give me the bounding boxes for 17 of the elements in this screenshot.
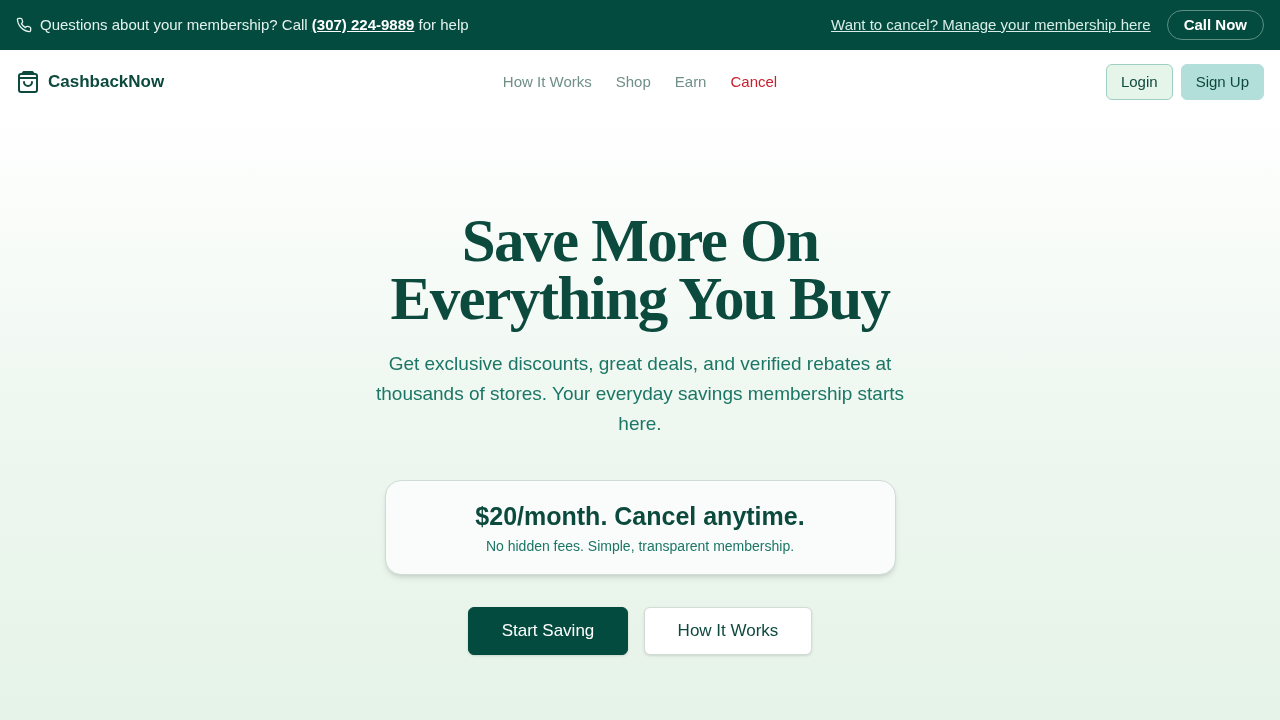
sign-up-button[interactable]: Sign Up — [1180, 64, 1264, 100]
phone-link[interactable]: (307) 224-9889 — [311, 15, 415, 33]
brand-name[interactable]: CashbackNow — [48, 69, 165, 95]
how-it-works-button[interactable]: How It Works — [644, 607, 812, 655]
login-button[interactable]: Login — [1105, 64, 1173, 100]
hero-description: Get exclusive discounts, great deals, and verified rebates at thousands of stores. Your everyday savings membership starts here. — [374, 352, 906, 436]
price-title: $20/month. Cancel anytime. — [475, 501, 805, 532]
shopping-bag-icon[interactable] — [16, 70, 40, 94]
phone-icon — [16, 17, 32, 33]
price-subtitle: No hidden fees. Simple, transparent membership. — [485, 537, 795, 556]
manage-membership-link[interactable]: Want to cancel? Manage your membership here — [831, 13, 1151, 37]
nav-link[interactable]: Earn — [674, 70, 707, 94]
nav-link[interactable]: How It Works — [502, 70, 592, 94]
help-text: Questions about your membership? Call (307) 224-9889 for help — [40, 14, 469, 35]
nav-link[interactable]: Cancel — [730, 70, 778, 94]
start-saving-button[interactable]: Start Saving — [468, 607, 628, 655]
nav-link[interactable]: Shop — [615, 70, 651, 94]
